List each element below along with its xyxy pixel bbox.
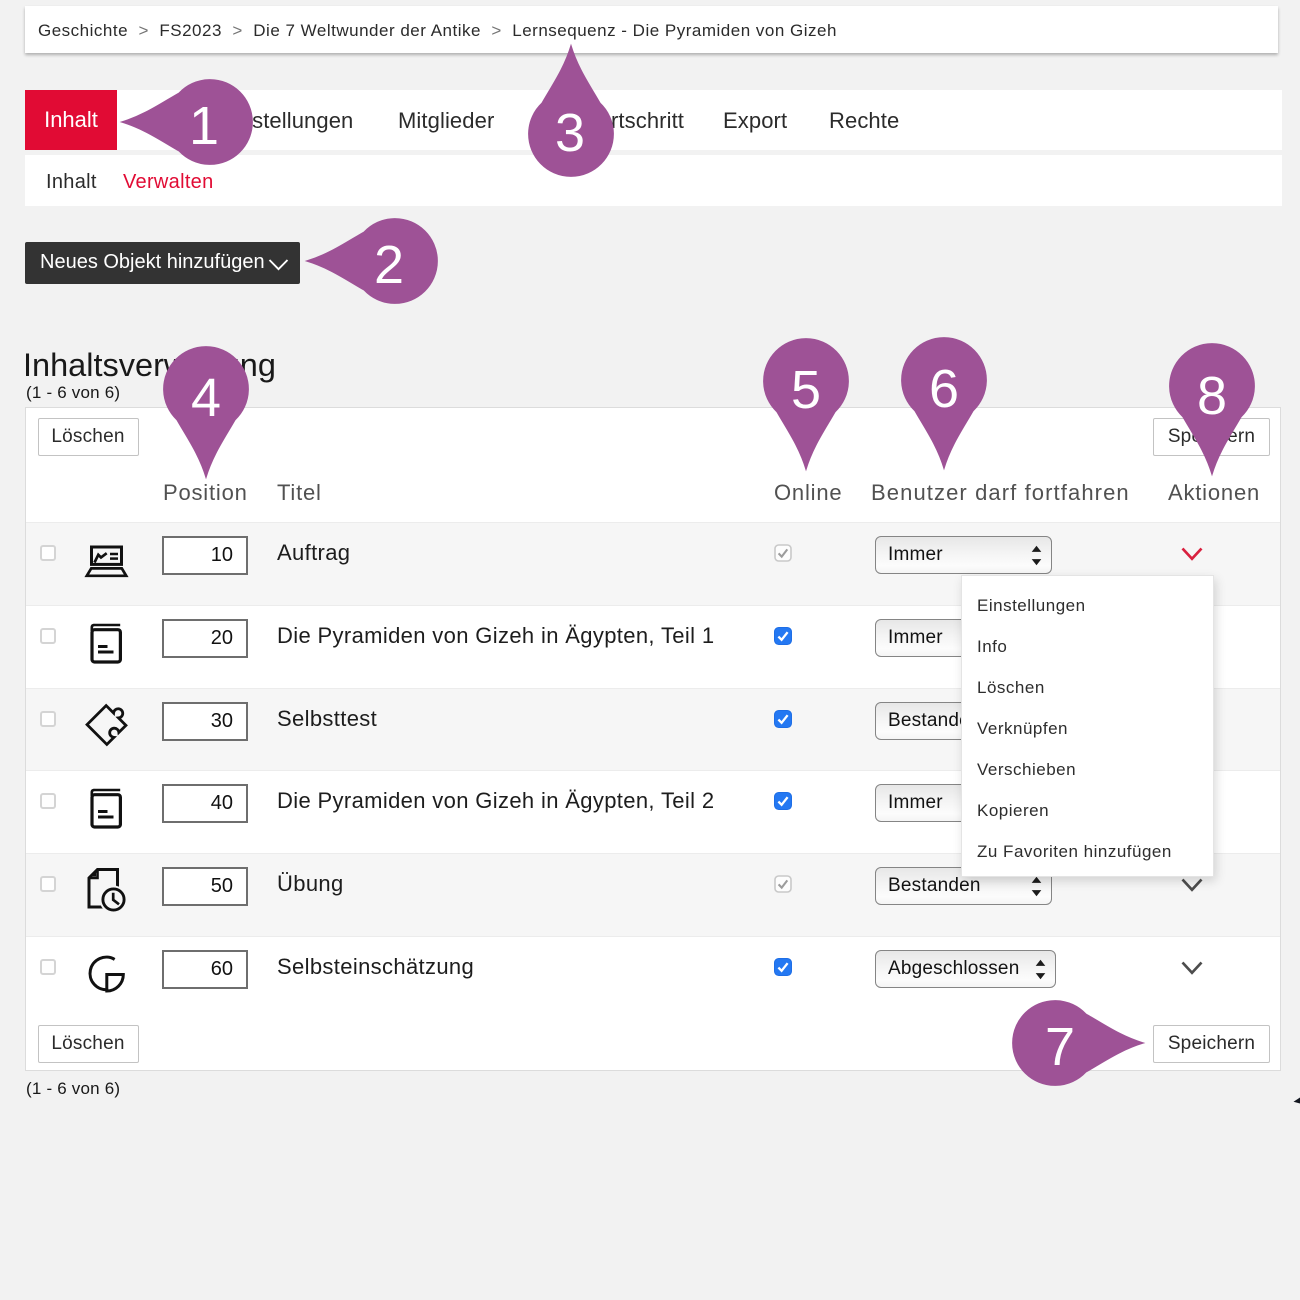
- svg-text:1: 1: [188, 96, 218, 156]
- svg-text:6: 6: [929, 359, 959, 419]
- svg-text:3: 3: [555, 103, 585, 163]
- svg-text:8: 8: [1196, 366, 1226, 426]
- svg-text:7: 7: [1045, 1017, 1075, 1077]
- svg-text:5: 5: [790, 360, 820, 420]
- svg-text:2: 2: [374, 235, 404, 295]
- svg-text:4: 4: [191, 368, 221, 428]
